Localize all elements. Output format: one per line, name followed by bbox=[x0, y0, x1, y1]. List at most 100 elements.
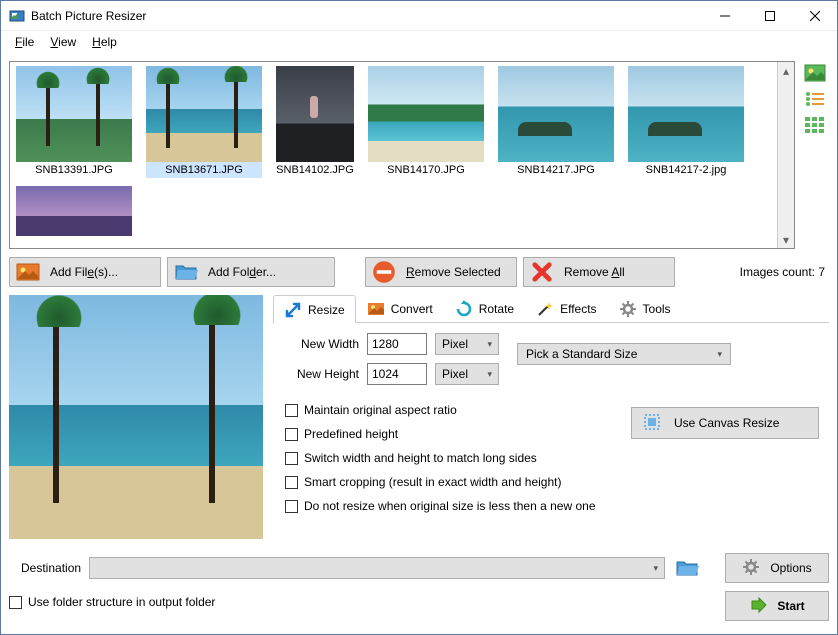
checkbox-icon bbox=[285, 452, 298, 465]
rotate-icon bbox=[455, 300, 473, 318]
thumbnail-item[interactable] bbox=[16, 186, 132, 236]
play-icon bbox=[749, 596, 767, 617]
tabs-panel: Resize Convert Rotate Effects Tools bbox=[273, 295, 829, 539]
canvas-icon bbox=[642, 412, 662, 435]
browse-folder-button[interactable] bbox=[673, 555, 701, 581]
menu-help[interactable]: Help bbox=[86, 33, 123, 51]
view-list-icon[interactable] bbox=[804, 89, 826, 109]
thumbnail-label: SNB14170.JPG bbox=[368, 162, 484, 178]
thumbnail-label: SNB14217.JPG bbox=[498, 162, 614, 178]
preview-image bbox=[9, 295, 263, 539]
smart-cropping-checkbox[interactable]: Smart cropping (result in exact width an… bbox=[285, 475, 631, 489]
scroll-up-icon[interactable]: ▴ bbox=[778, 62, 794, 79]
thumbnail-item[interactable]: SNB14217.JPG bbox=[498, 66, 614, 178]
standard-size-select[interactable]: Pick a Standard Size ▾ bbox=[517, 343, 731, 365]
add-files-button[interactable]: Add File(s)... bbox=[9, 257, 161, 287]
thumbnail-label: SNB13391.JPG bbox=[16, 162, 132, 178]
width-input[interactable] bbox=[367, 333, 427, 355]
height-input[interactable] bbox=[367, 363, 427, 385]
select-label: Pick a Standard Size bbox=[526, 347, 637, 361]
tab-rotate[interactable]: Rotate bbox=[444, 295, 525, 322]
aspect-ratio-checkbox[interactable]: Maintain original aspect ratio bbox=[285, 403, 631, 417]
destination-row: Destination ▾ Options bbox=[9, 553, 829, 583]
thumbnail-item[interactable]: SNB14217-2.jpg bbox=[628, 66, 744, 178]
view-mode-icons bbox=[801, 61, 829, 249]
menubar: File View Help bbox=[1, 31, 837, 53]
canvas-resize-button[interactable]: Use Canvas Resize bbox=[631, 407, 819, 439]
button-label: Add Folder... bbox=[208, 265, 276, 279]
tab-tools[interactable]: Tools bbox=[608, 295, 682, 322]
resize-tab-body: New Width Pixel▾ New Height Pixel▾ Pick … bbox=[273, 323, 829, 517]
destination-select[interactable]: ▾ bbox=[89, 557, 665, 579]
picture-icon bbox=[16, 262, 40, 282]
remove-selected-button[interactable]: Remove Selected bbox=[365, 257, 517, 287]
tab-label: Effects bbox=[560, 302, 596, 316]
thumbnail-item[interactable]: SNB14102.JPG bbox=[276, 66, 354, 178]
checkbox-icon bbox=[285, 500, 298, 513]
chevron-down-icon: ▾ bbox=[487, 339, 492, 350]
view-thumbnails-icon[interactable] bbox=[804, 63, 826, 83]
tab-label: Resize bbox=[308, 303, 345, 317]
checkbox-icon bbox=[285, 404, 298, 417]
thumbnails-area[interactable]: SNB13391.JPG SNB13671.JPG SNB14102.JPG S… bbox=[10, 62, 777, 248]
gear-icon bbox=[619, 300, 637, 318]
width-unit-select[interactable]: Pixel▾ bbox=[435, 333, 499, 355]
thumbnails-scrollbar[interactable]: ▴ ▾ bbox=[777, 62, 794, 248]
button-label: Remove All bbox=[564, 265, 625, 279]
button-label: Options bbox=[770, 561, 811, 575]
thumbnails-panel: SNB13391.JPG SNB13671.JPG SNB14102.JPG S… bbox=[9, 61, 795, 249]
no-upscale-checkbox[interactable]: Do not resize when original size is less… bbox=[285, 499, 631, 513]
tab-effects[interactable]: Effects bbox=[525, 295, 607, 322]
chevron-down-icon: ▾ bbox=[487, 369, 492, 380]
delete-icon bbox=[530, 262, 554, 282]
convert-icon bbox=[367, 300, 385, 318]
maximize-button[interactable] bbox=[747, 1, 792, 30]
gear-icon bbox=[742, 558, 760, 579]
new-width-label: New Width bbox=[277, 337, 359, 351]
start-button[interactable]: Start bbox=[725, 591, 829, 621]
titlebar: Batch Picture Resizer bbox=[1, 1, 837, 31]
window-controls bbox=[702, 1, 837, 30]
checkbox-icon bbox=[285, 476, 298, 489]
options-button[interactable]: Options bbox=[725, 553, 829, 583]
thumbnail-label: SNB14102.JPG bbox=[276, 162, 354, 178]
close-button[interactable] bbox=[792, 1, 837, 30]
height-unit-select[interactable]: Pixel▾ bbox=[435, 363, 499, 385]
file-toolbar: Add File(s)... Add Folder... Remove Sele… bbox=[9, 257, 829, 287]
checkbox-icon bbox=[285, 428, 298, 441]
tab-convert[interactable]: Convert bbox=[356, 295, 444, 322]
images-count-label: Images count: 7 bbox=[740, 265, 829, 279]
thumbnail-label: SNB14217-2.jpg bbox=[628, 162, 744, 178]
destination-label: Destination bbox=[9, 561, 81, 575]
chevron-down-icon: ▾ bbox=[653, 563, 658, 574]
tab-label: Rotate bbox=[479, 302, 514, 316]
button-label: Remove Selected bbox=[406, 265, 501, 279]
tab-label: Convert bbox=[391, 302, 433, 316]
switch-sides-checkbox[interactable]: Switch width and height to match long si… bbox=[285, 451, 631, 465]
effects-icon bbox=[536, 300, 554, 318]
button-label: Start bbox=[777, 599, 804, 613]
remove-icon bbox=[372, 262, 396, 282]
window-title: Batch Picture Resizer bbox=[31, 9, 702, 23]
thumbnail-item[interactable]: SNB13671.JPG bbox=[146, 66, 262, 178]
add-folder-button[interactable]: Add Folder... bbox=[167, 257, 335, 287]
folder-structure-checkbox[interactable]: Use folder structure in output folder bbox=[9, 595, 215, 609]
menu-view[interactable]: View bbox=[44, 33, 82, 51]
menu-file[interactable]: File bbox=[9, 33, 40, 51]
thumbnail-label: SNB13671.JPG bbox=[146, 162, 262, 178]
thumbnail-item[interactable]: SNB14170.JPG bbox=[368, 66, 484, 178]
tab-label: Tools bbox=[643, 302, 671, 316]
minimize-button[interactable] bbox=[702, 1, 747, 30]
remove-all-button[interactable]: Remove All bbox=[523, 257, 675, 287]
folder-icon bbox=[174, 262, 198, 282]
predefined-height-checkbox[interactable]: Predefined height bbox=[285, 427, 631, 441]
thumbnail-item[interactable]: SNB13391.JPG bbox=[16, 66, 132, 178]
view-grid-icon[interactable] bbox=[804, 115, 826, 135]
scroll-down-icon[interactable]: ▾ bbox=[778, 231, 794, 248]
chevron-down-icon: ▾ bbox=[717, 349, 722, 360]
button-label: Add File(s)... bbox=[50, 265, 118, 279]
checkbox-icon bbox=[9, 596, 22, 609]
tab-resize[interactable]: Resize bbox=[273, 295, 356, 323]
new-height-label: New Height bbox=[277, 367, 359, 381]
app-icon bbox=[9, 8, 25, 24]
